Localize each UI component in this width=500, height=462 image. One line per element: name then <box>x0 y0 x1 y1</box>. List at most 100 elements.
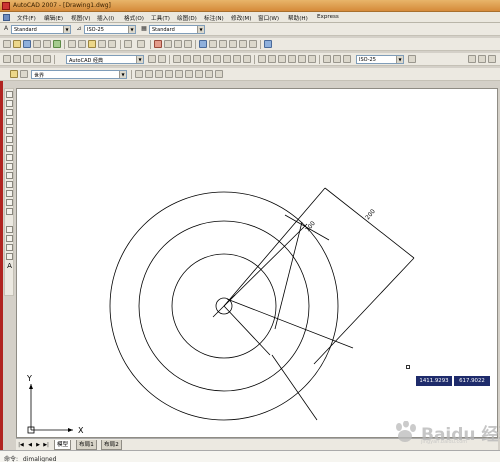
text-style-select[interactable]: Standard ▼ <box>11 25 71 34</box>
menu-express[interactable]: Express <box>317 14 339 20</box>
last-tab-icon[interactable]: ▶| <box>43 442 49 448</box>
angular-dimension-icon[interactable] <box>243 55 251 63</box>
multiline-text-icon[interactable]: A <box>6 263 13 270</box>
dimension-edit-icon[interactable] <box>323 55 331 63</box>
layer-walk-icon[interactable] <box>195 70 203 78</box>
polyline-icon[interactable] <box>6 109 13 116</box>
autocad-app-icon[interactable] <box>2 2 10 10</box>
layer-lock-icon[interactable] <box>185 70 193 78</box>
layer-manager-icon[interactable] <box>10 70 18 78</box>
table-style-select[interactable]: Standard ▼ <box>149 25 205 34</box>
design-center-icon[interactable] <box>209 40 217 48</box>
previous-tab-icon[interactable]: ◀ <box>27 442 33 448</box>
linear-dimension-icon[interactable] <box>173 55 181 63</box>
make-current-icon[interactable] <box>135 70 143 78</box>
copy-icon[interactable] <box>78 40 86 48</box>
workspace-select[interactable]: AutoCAD 经典 ▼ <box>66 55 144 64</box>
print-icon[interactable] <box>33 40 41 48</box>
menu-edit[interactable]: 编辑(E) <box>44 14 63 22</box>
quick-leader-icon[interactable] <box>288 55 296 63</box>
toolbar-extra-icon[interactable] <box>478 55 486 63</box>
arc-icon[interactable] <box>6 136 13 143</box>
match-properties-icon[interactable] <box>98 40 106 48</box>
menu-dimension[interactable]: 标注(N) <box>204 14 224 22</box>
spline-icon[interactable] <box>6 163 13 170</box>
zoom-previous-icon[interactable] <box>184 40 192 48</box>
drawing-canvas[interactable]: 100 200 Y X 1411.9293 617.9022 <box>16 88 498 438</box>
gradient-icon[interactable] <box>6 235 13 242</box>
layer-delete-icon[interactable] <box>215 70 223 78</box>
point-icon[interactable] <box>6 208 13 215</box>
menu-insert[interactable]: 插入(I) <box>97 14 114 22</box>
layer-merge-icon[interactable] <box>205 70 213 78</box>
new-file-icon[interactable] <box>3 40 11 48</box>
menu-draw[interactable]: 绘图(D) <box>177 14 197 22</box>
undo-icon[interactable] <box>124 40 132 48</box>
diameter-dimension-icon[interactable] <box>233 55 241 63</box>
workspace-save-icon[interactable] <box>158 55 166 63</box>
toolbar-extra-icon[interactable] <box>468 55 476 63</box>
clip-icon[interactable] <box>43 55 51 63</box>
menu-modify[interactable]: 修改(M) <box>231 14 251 22</box>
menu-tools[interactable]: 工具(T) <box>151 14 170 22</box>
help-icon[interactable] <box>264 40 272 48</box>
publish-icon[interactable] <box>53 40 61 48</box>
make-block-icon[interactable] <box>6 199 13 206</box>
tab-model[interactable]: 模型 <box>54 440 72 450</box>
save-icon[interactable] <box>23 40 31 48</box>
line-icon[interactable] <box>6 91 13 98</box>
redo-icon[interactable] <box>137 40 145 48</box>
dimension-update-icon[interactable] <box>343 55 351 63</box>
first-tab-icon[interactable]: |◀ <box>18 442 24 448</box>
aligned-dimension-icon[interactable] <box>183 55 191 63</box>
tab-layout2[interactable]: 布局2 <box>101 440 122 450</box>
region-icon[interactable] <box>6 244 13 251</box>
polygon-icon[interactable] <box>6 118 13 125</box>
workspace-icon[interactable] <box>3 55 11 63</box>
zoom-realtime-icon[interactable] <box>164 40 172 48</box>
menu-file[interactable]: 文件(F) <box>17 14 36 22</box>
dimension-style-icon[interactable] <box>408 55 416 63</box>
layer-isolate-icon[interactable] <box>155 70 163 78</box>
window-tile-icon[interactable] <box>13 55 21 63</box>
hatch-icon[interactable] <box>6 226 13 233</box>
viewport-icon[interactable] <box>33 55 41 63</box>
ellipse-arc-icon[interactable] <box>6 181 13 188</box>
layer-freeze-icon[interactable] <box>165 70 173 78</box>
quick-dimension-icon[interactable] <box>258 55 266 63</box>
tolerance-icon[interactable] <box>298 55 306 63</box>
open-file-icon[interactable] <box>13 40 21 48</box>
block-editor-icon[interactable] <box>108 40 116 48</box>
insert-block-icon[interactable] <box>6 190 13 197</box>
table-icon[interactable] <box>6 253 13 260</box>
layer-off-icon[interactable] <box>175 70 183 78</box>
properties-icon[interactable] <box>199 40 207 48</box>
tool-palettes-icon[interactable] <box>219 40 227 48</box>
paste-icon[interactable] <box>88 40 96 48</box>
zoom-window-icon[interactable] <box>174 40 182 48</box>
arc-length-icon[interactable] <box>193 55 201 63</box>
quickcalc-icon[interactable] <box>249 40 257 48</box>
tab-layout1[interactable]: 布局1 <box>76 440 97 450</box>
markup-icon[interactable] <box>239 40 247 48</box>
menu-help[interactable]: 帮助(H) <box>288 14 308 22</box>
plot-preview-icon[interactable] <box>43 40 51 48</box>
document-icon[interactable] <box>3 14 10 21</box>
circle-icon[interactable] <box>6 145 13 152</box>
pan-icon[interactable] <box>154 40 162 48</box>
center-mark-icon[interactable] <box>308 55 316 63</box>
toolbar-extra-icon[interactable] <box>488 55 496 63</box>
workspace-settings-icon[interactable] <box>148 55 156 63</box>
menu-format[interactable]: 格式(O) <box>124 14 144 22</box>
radius-dimension-icon[interactable] <box>213 55 221 63</box>
cut-icon[interactable] <box>68 40 76 48</box>
rectangle-icon[interactable] <box>6 127 13 134</box>
next-tab-icon[interactable]: ▶ <box>35 442 41 448</box>
construction-line-icon[interactable] <box>6 100 13 107</box>
layer-state-icon[interactable] <box>145 70 153 78</box>
dimension-text-edit-icon[interactable] <box>333 55 341 63</box>
menu-window[interactable]: 窗口(W) <box>258 14 279 22</box>
layer-select[interactable]: 世界 ▼ <box>31 70 127 79</box>
menu-view[interactable]: 视图(V) <box>71 14 90 22</box>
command-line[interactable]: 命令: _dimaligned <box>0 450 500 462</box>
